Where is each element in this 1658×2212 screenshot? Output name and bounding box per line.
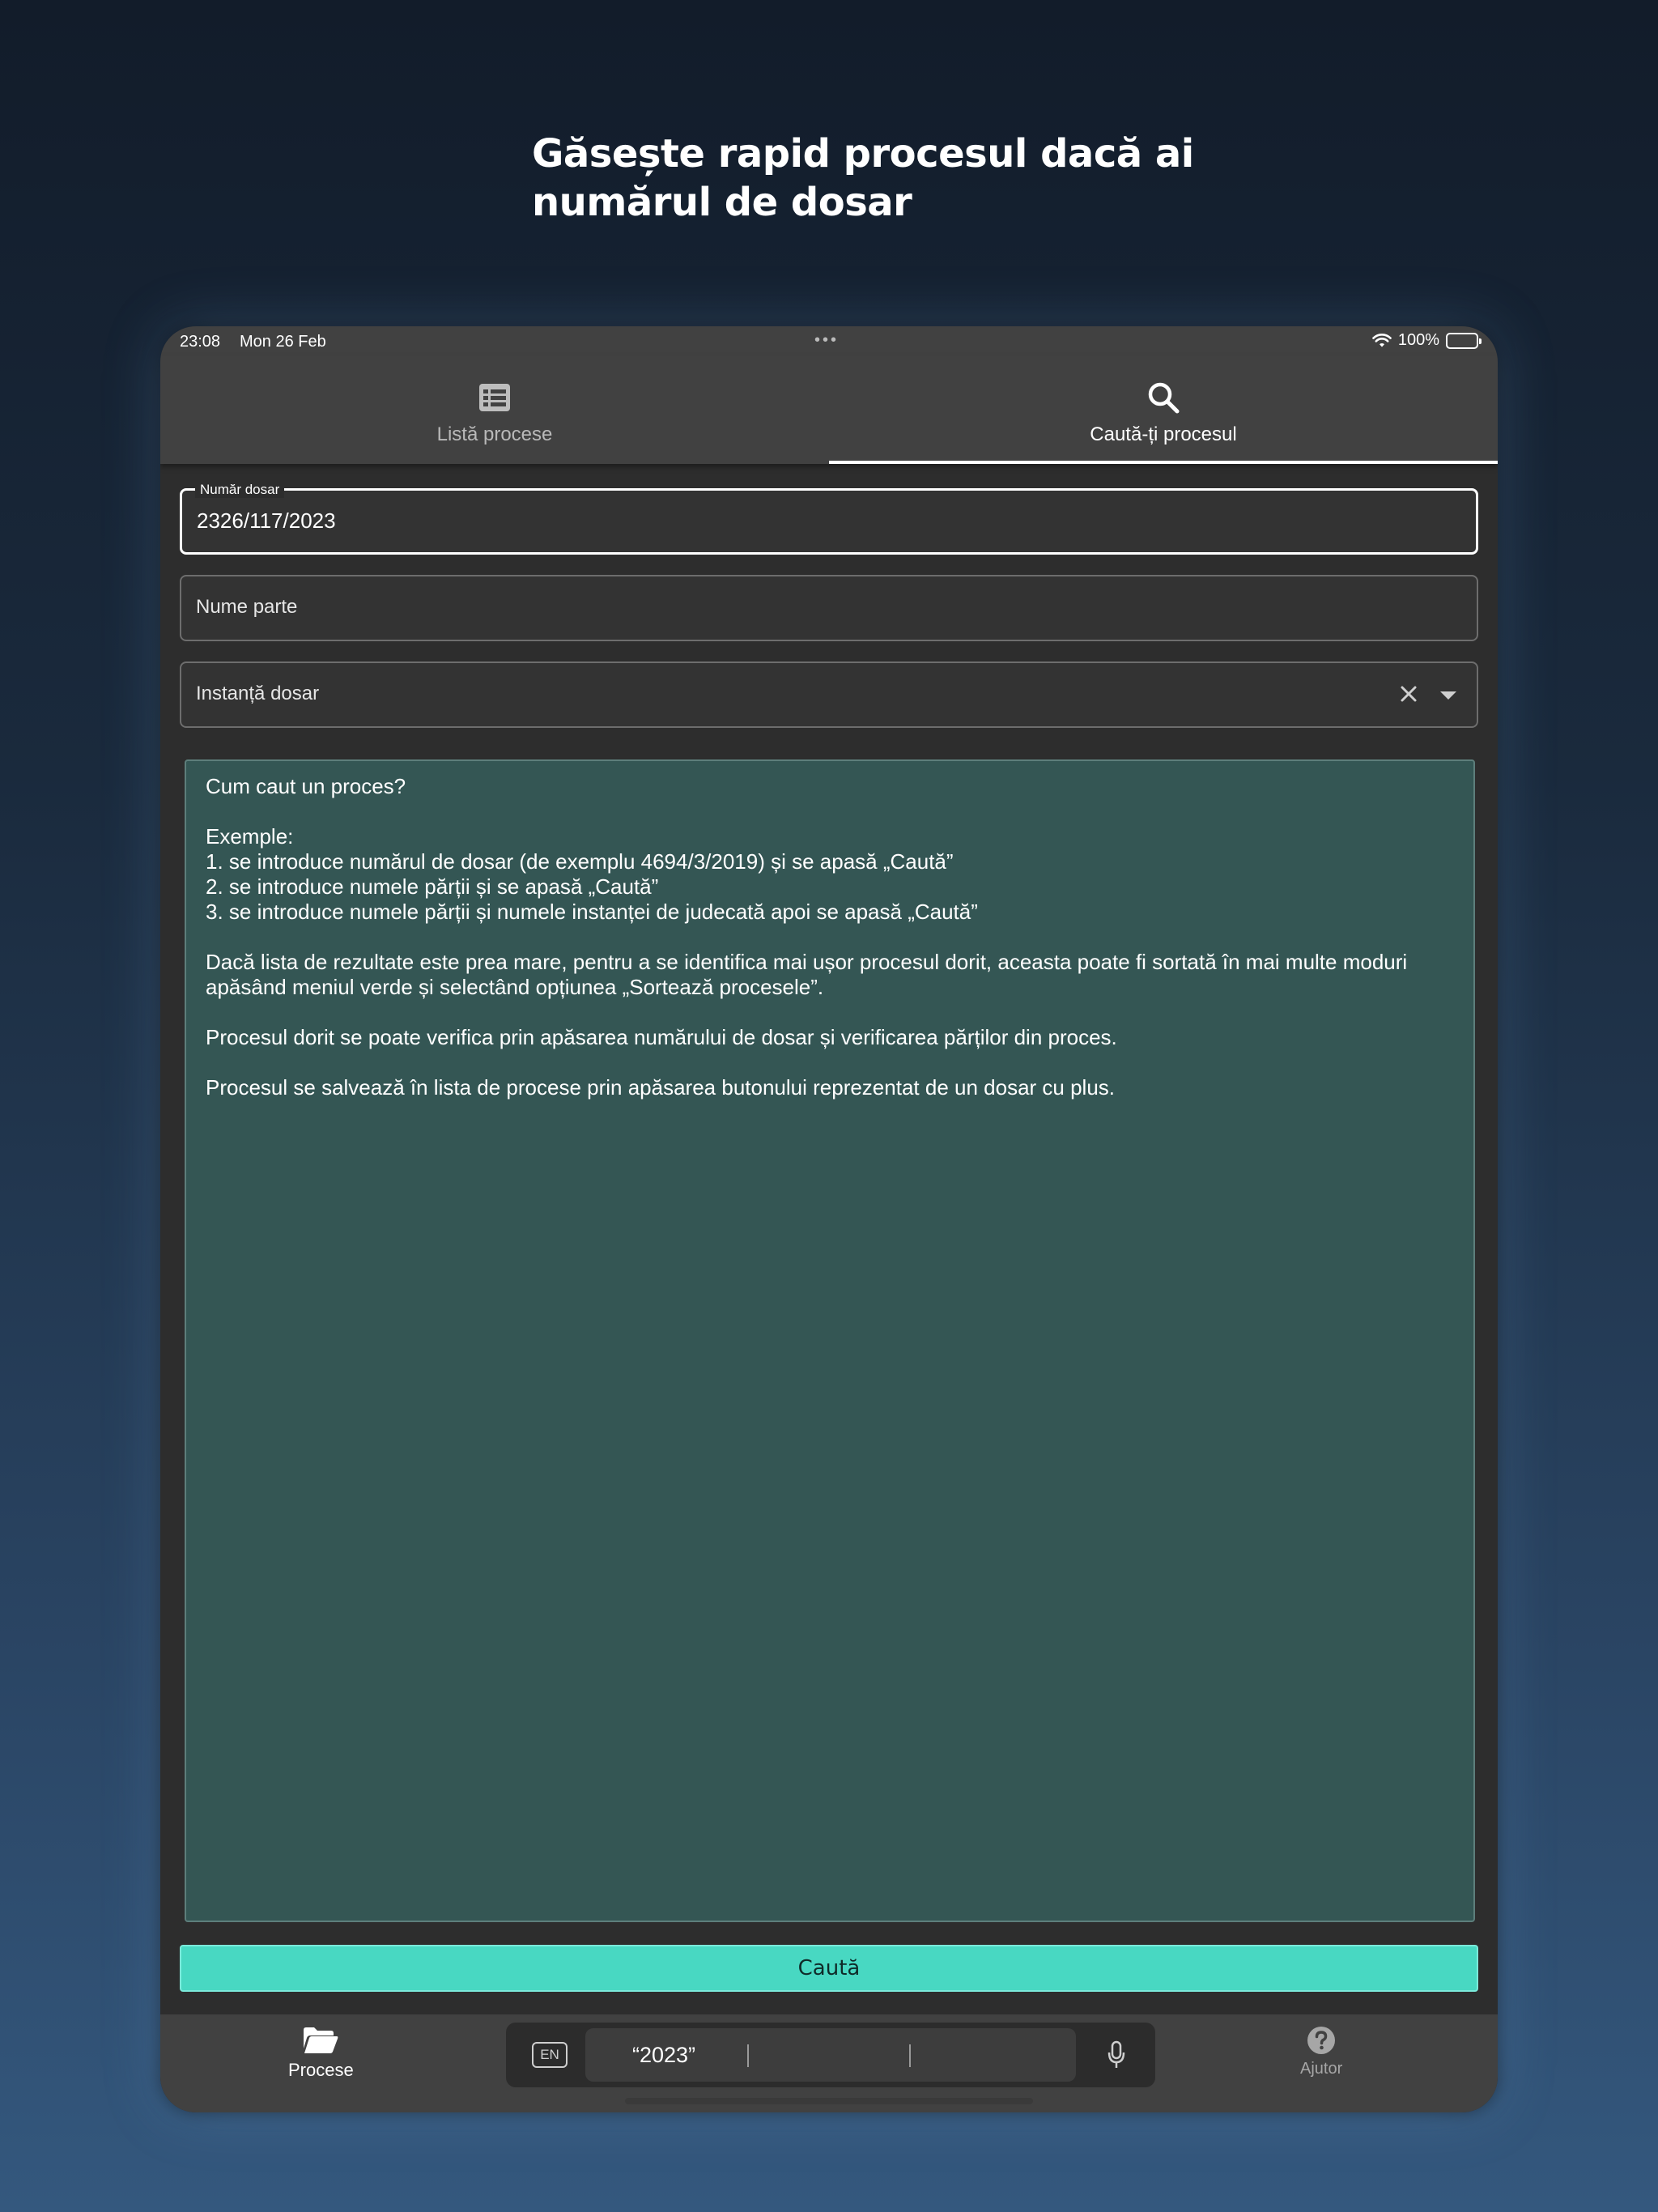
help-paragraph-sort: Dacă lista de rezultate este prea mare, … [206,950,1414,999]
status-date: Mon 26 Feb [240,333,326,351]
status-bar: 23:08 Mon 26 Feb ••• 100% [160,326,1498,355]
help-paragraph-save: Procesul se salvează în lista de procese… [206,1075,1116,1100]
case-number-value: 2326/117/2023 [197,508,336,533]
nav-ajutor-label: Ajutor [1300,2060,1343,2078]
headline-line-1: Găsește rapid procesul dacă ai [532,131,1194,177]
nav-procese-label: Procese [288,2060,354,2080]
wifi-icon [1372,333,1392,347]
case-number-field[interactable]: Număr dosar 2326/117/2023 [180,482,1478,555]
predictive-suggestions: “2023” [585,2028,1076,2082]
status-indicators: 100% [1372,331,1482,350]
help-example-1: 1. se introduce numărul de dosar (de exe… [206,849,954,874]
dropdown-arrow-icon[interactable] [1439,691,1457,700]
court-placeholder: Instanță dosar [196,683,320,704]
tab-label-lista: Listă procese [436,423,553,445]
search-icon [1146,380,1180,415]
clear-icon[interactable] [1399,684,1418,704]
folder-open-icon [304,2027,338,2053]
help-paragraph-verify: Procesul dorit se poate verifica prin ap… [206,1025,1117,1049]
help-circle-icon [1307,2027,1336,2054]
help-title: Cum caut un proces? [206,774,406,798]
suggestion-separator [747,2044,749,2067]
court-select[interactable]: Instanță dosar [180,661,1478,728]
help-example-3: 3. se introduce numele părții și numele … [206,900,978,924]
multitasking-dots-icon[interactable]: ••• [814,332,839,348]
search-button[interactable]: Caută [180,1945,1478,1992]
promo-headline: Găsește rapid procesul dacă ai numărul d… [532,130,1261,227]
battery-percent: 100% [1397,331,1439,349]
tablet-screen: 23:08 Mon 26 Feb ••• 100% Listă procese … [160,326,1498,2112]
headline-line-2: numărul de dosar [532,180,912,225]
help-example-2: 2. se introduce numele părții și se apas… [206,874,659,899]
help-examples-heading: Exemple: [206,824,294,849]
home-indicator [625,2098,1033,2104]
suggestion-separator [909,2044,911,2067]
party-name-placeholder: Nume parte [196,596,298,618]
status-time: 23:08 [180,333,221,351]
nav-procese[interactable]: Procese [288,2026,354,2081]
bottom-nav: Procese EN “2023” Ajutor [160,2014,1498,2112]
top-tab-bar: Listă procese Caută-ți procesul [160,355,1498,464]
battery-icon [1446,332,1482,349]
suggestion-1[interactable]: “2023” [632,2043,695,2068]
microphone-icon[interactable] [1107,2040,1126,2069]
case-number-label: Număr dosar [195,482,285,498]
language-key[interactable]: EN [532,2042,568,2068]
tab-lista-procese[interactable]: Listă procese [160,355,829,464]
nav-ajutor[interactable]: Ajutor [1300,2026,1342,2078]
help-panel: Cum caut un proces? Exemple: 1. se intro… [185,759,1475,1922]
tab-cauta-procesul[interactable]: Caută-ți procesul [829,355,1498,464]
list-icon [478,380,511,415]
tab-label-cauta: Caută-ți procesul [1090,423,1237,445]
keyboard-shortcut-bar: EN “2023” [506,2023,1155,2087]
party-name-field[interactable]: Nume parte [180,575,1478,641]
